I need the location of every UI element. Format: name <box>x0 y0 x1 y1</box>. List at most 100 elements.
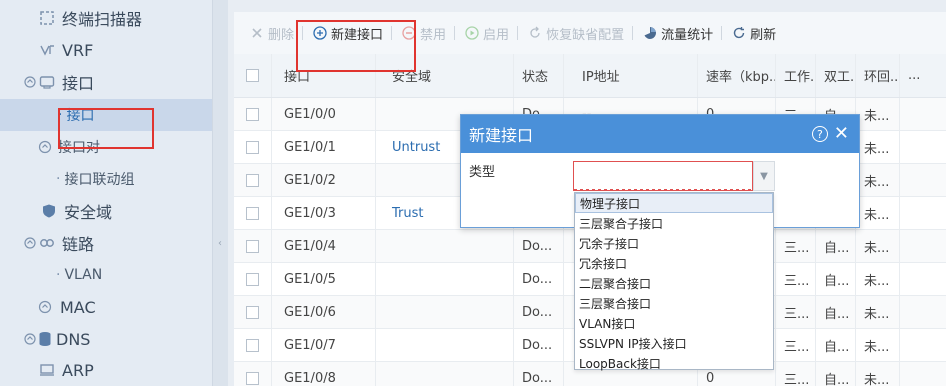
column-header-duplex[interactable]: 双工... <box>816 54 856 97</box>
cell-loopback: 未... <box>856 296 900 328</box>
row-checkbox[interactable] <box>246 140 259 154</box>
sidebar-splitter[interactable]: ‹ <box>212 0 228 386</box>
column-header-more[interactable]: ... <box>900 54 946 97</box>
annotation-box-new-button <box>296 20 416 72</box>
cell-loopback: 未... <box>856 263 900 295</box>
column-header-work-mode[interactable]: 工作... <box>776 54 816 97</box>
cell-status: Do... <box>514 263 564 295</box>
sidebar-item-arp[interactable]: ARP <box>0 354 212 386</box>
sidebar-item-label: 接口 <box>62 74 95 93</box>
bullet-icon: · <box>56 267 61 283</box>
dropdown-option[interactable]: 三层聚合接口 <box>575 293 773 313</box>
dropdown-arrow-icon[interactable]: ▼ <box>753 161 775 191</box>
cell-more <box>900 329 946 361</box>
select-all-checkbox[interactable] <box>246 69 259 82</box>
sidebar-item-security-zone[interactable]: 安全域 <box>0 195 212 227</box>
enable-label: 启用 <box>483 27 510 43</box>
row-checkbox[interactable] <box>246 305 259 319</box>
close-icon[interactable]: ✕ <box>834 125 849 143</box>
cell-interface: GE1/0/6 <box>272 296 376 328</box>
cell-loopback: 未... <box>856 164 900 196</box>
dropdown-option[interactable]: 三层聚合子接口 <box>575 213 773 233</box>
sidebar-item-dns[interactable]: DNS <box>0 323 212 355</box>
annotation-box-interface-item <box>58 108 154 149</box>
refresh-button[interactable]: 刷新 <box>732 24 776 43</box>
row-checkbox[interactable] <box>246 173 259 187</box>
type-dropdown-list: 物理子接口 三层聚合子接口 冗余子接口 冗余接口 二层聚合接口 三层聚合接口 V… <box>574 192 774 373</box>
dropdown-option[interactable]: 二层聚合接口 <box>575 273 773 293</box>
sidebar-item-mac[interactable]: MAC <box>0 291 212 323</box>
cell-status: Do... <box>514 230 564 262</box>
cell-status: Do... <box>514 329 564 361</box>
cell-interface: GE1/0/3 <box>272 197 376 229</box>
row-checkbox[interactable] <box>246 371 259 385</box>
type-select[interactable] <box>573 161 753 191</box>
cell-work-mode: 三... <box>776 362 816 386</box>
dropdown-option[interactable]: LoopBack接口 <box>575 353 773 373</box>
row-checkbox-cell <box>234 329 272 361</box>
cell-zone <box>376 362 514 386</box>
cell-interface: GE1/0/4 <box>272 230 376 262</box>
delete-icon <box>250 26 264 40</box>
sidebar-item-terminal-scanner[interactable]: 终端扫描器 <box>0 2 212 34</box>
expand-icon[interactable] <box>24 73 36 91</box>
dropdown-option[interactable]: VLAN接口 <box>575 313 773 333</box>
cell-status: Do... <box>514 296 564 328</box>
restore-default-button[interactable]: 恢复缺省配置 <box>528 24 624 43</box>
cell-more <box>900 164 946 196</box>
dropdown-option[interactable]: SSLVPN IP接入接口 <box>575 333 773 353</box>
cell-status: Do... <box>514 362 564 386</box>
cell-more <box>900 362 946 386</box>
cell-duplex: 自... <box>816 362 856 386</box>
sidebar-item-vlan[interactable]: · VLAN <box>0 259 212 291</box>
dropdown-option[interactable]: 冗余接口 <box>575 253 773 273</box>
cell-loopback: 未... <box>856 197 900 229</box>
sidebar-item-label: VRF <box>62 40 94 60</box>
dropdown-option[interactable]: 冗余子接口 <box>575 233 773 253</box>
sidebar-item-label: 终端扫描器 <box>62 10 143 29</box>
refresh-label: 刷新 <box>750 27 777 43</box>
sidebar-item-label: DNS <box>56 329 91 349</box>
interface-pair-icon <box>38 138 52 156</box>
cell-zone <box>376 329 514 361</box>
row-checkbox[interactable] <box>246 107 259 121</box>
sidebar-item-label: ARP <box>62 360 94 380</box>
cell-duplex: 自... <box>816 263 856 295</box>
row-checkbox[interactable] <box>246 338 259 352</box>
restore-icon <box>528 26 542 40</box>
traffic-stats-button[interactable]: 流量统计 <box>643 24 713 43</box>
dropdown-option[interactable]: 物理子接口 <box>575 193 773 213</box>
sidebar-item-interface-group[interactable]: 接口 <box>0 66 212 98</box>
toolbar-separator <box>632 26 634 40</box>
sidebar-item-label: 安全域 <box>64 203 113 222</box>
dialog-header[interactable]: 新建接口 ? ✕ <box>461 115 859 153</box>
cell-interface: GE1/0/7 <box>272 329 376 361</box>
sidebar-item-vrf[interactable]: VRF <box>0 34 212 66</box>
cell-loopback: 未... <box>856 131 900 163</box>
column-header-loopback[interactable]: 环回... <box>856 54 900 97</box>
cell-duplex: 自... <box>816 329 856 361</box>
cell-more <box>900 197 946 229</box>
column-header-status[interactable]: 状态 <box>514 54 564 97</box>
scanner-icon <box>38 9 56 27</box>
arp-icon <box>38 361 56 379</box>
row-checkbox[interactable] <box>246 272 259 286</box>
row-checkbox[interactable] <box>246 206 259 220</box>
cell-more <box>900 131 946 163</box>
sidebar-item-interface-link-group[interactable]: · 接口联动组 <box>0 163 212 195</box>
mac-icon <box>38 298 52 316</box>
enable-button[interactable]: 启用 <box>465 24 509 43</box>
traffic-stats-label: 流量统计 <box>661 27 714 43</box>
help-icon[interactable]: ? <box>811 126 828 142</box>
splitter-handle-icon[interactable]: ‹ <box>218 238 223 264</box>
column-header-rate[interactable]: 速率（kbp... <box>698 54 776 97</box>
cell-work-mode: 三... <box>776 263 816 295</box>
expand-icon[interactable] <box>24 234 36 252</box>
delete-button[interactable]: 删除 <box>250 24 294 43</box>
interface-icon <box>38 73 56 91</box>
toolbar-separator <box>454 26 456 40</box>
column-header-ip[interactable]: IP地址 <box>564 54 698 97</box>
row-checkbox[interactable] <box>246 239 259 253</box>
sidebar-item-link[interactable]: 链路 <box>0 227 212 259</box>
expand-icon[interactable] <box>24 330 36 348</box>
